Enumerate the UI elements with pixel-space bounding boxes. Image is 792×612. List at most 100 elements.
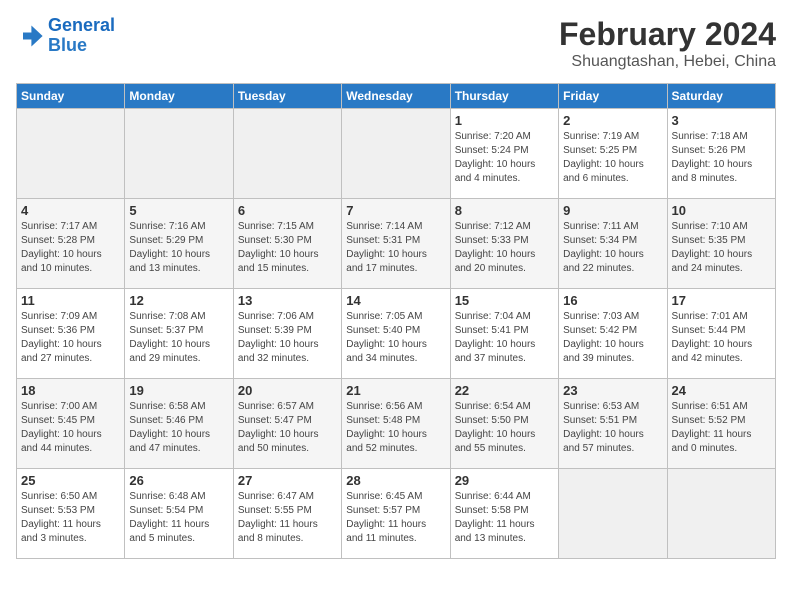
day-info: Sunrise: 6:45 AM Sunset: 5:57 PM Dayligh… bbox=[346, 490, 445, 546]
calendar-cell: 11 Sunrise: 7:09 AM Sunset: 5:36 PM Dayli… bbox=[17, 289, 125, 379]
day-number: 7 bbox=[346, 203, 445, 218]
calendar-cell: 12 Sunrise: 7:08 AM Sunset: 5:37 PM Dayli… bbox=[125, 289, 233, 379]
day-info: Sunrise: 7:05 AM Sunset: 5:40 PM Dayligh… bbox=[346, 310, 445, 366]
day-number: 28 bbox=[346, 473, 445, 488]
day-number: 24 bbox=[672, 383, 771, 398]
calendar-cell: 26 Sunrise: 6:48 AM Sunset: 5:54 PM Dayli… bbox=[125, 469, 233, 559]
day-number: 3 bbox=[672, 113, 771, 128]
calendar-cell: 23 Sunrise: 6:53 AM Sunset: 5:51 PM Dayli… bbox=[559, 379, 667, 469]
calendar-cell: 15 Sunrise: 7:04 AM Sunset: 5:41 PM Dayli… bbox=[450, 289, 558, 379]
calendar-cell: 6Sunrise: 7:15 AM Sunset: 5:30 PM Daylig… bbox=[233, 199, 341, 289]
calendar-cell: 27Sunrise: 6:47 AM Sunset: 5:55 PM Dayli… bbox=[233, 469, 341, 559]
day-number: 18 bbox=[21, 383, 120, 398]
calendar-cell bbox=[559, 469, 667, 559]
day-info: Sunrise: 6:56 AM Sunset: 5:48 PM Dayligh… bbox=[346, 400, 445, 456]
day-info: Sunrise: 7:03 AM Sunset: 5:42 PM Dayligh… bbox=[563, 310, 662, 366]
day-info: Sunrise: 6:54 AM Sunset: 5:50 PM Dayligh… bbox=[455, 400, 554, 456]
day-number: 29 bbox=[455, 473, 554, 488]
day-number: 21 bbox=[346, 383, 445, 398]
calendar-cell: 7 Sunrise: 7:14 AM Sunset: 5:31 PM Daylig… bbox=[342, 199, 450, 289]
calendar-cell: 10 Sunrise: 7:10 AM Sunset: 5:35 PM Dayli… bbox=[667, 199, 775, 289]
day-info: Sunrise: 7:17 AM Sunset: 5:28 PM Dayligh… bbox=[21, 220, 120, 276]
day-number: 5 bbox=[129, 203, 228, 218]
day-number: 1 bbox=[455, 113, 554, 128]
day-info: Sunrise: 7:09 AM Sunset: 5:36 PM Dayligh… bbox=[21, 310, 120, 366]
calendar-cell: 16 Sunrise: 7:03 AM Sunset: 5:42 PM Dayli… bbox=[559, 289, 667, 379]
calendar-cell: 3Sunrise: 7:18 AM Sunset: 5:26 PM Daylig… bbox=[667, 109, 775, 199]
calendar-cell: 21 Sunrise: 6:56 AM Sunset: 5:48 PM Dayli… bbox=[342, 379, 450, 469]
calendar-cell: 29 Sunrise: 6:44 AM Sunset: 5:58 PM Dayli… bbox=[450, 469, 558, 559]
day-info: Sunrise: 7:10 AM Sunset: 5:35 PM Dayligh… bbox=[672, 220, 771, 276]
day-info: Sunrise: 7:00 AM Sunset: 5:45 PM Dayligh… bbox=[21, 400, 120, 456]
day-info: Sunrise: 7:04 AM Sunset: 5:41 PM Dayligh… bbox=[455, 310, 554, 366]
calendar-table: SundayMondayTuesdayWednesdayThursdayFrid… bbox=[16, 83, 776, 559]
day-info: Sunrise: 6:57 AM Sunset: 5:47 PM Dayligh… bbox=[238, 400, 337, 456]
calendar-subtitle: Shuangtashan, Hebei, China bbox=[559, 53, 776, 71]
calendar-cell bbox=[17, 109, 125, 199]
day-info: Sunrise: 7:12 AM Sunset: 5:33 PM Dayligh… bbox=[455, 220, 554, 276]
calendar-cell bbox=[342, 109, 450, 199]
day-info: Sunrise: 7:19 AM Sunset: 5:25 PM Dayligh… bbox=[563, 130, 662, 186]
calendar-cell: 17 Sunrise: 7:01 AM Sunset: 5:44 PM Dayli… bbox=[667, 289, 775, 379]
calendar-cell: 25 Sunrise: 6:50 AM Sunset: 5:53 PM Dayli… bbox=[17, 469, 125, 559]
day-info: Sunrise: 6:44 AM Sunset: 5:58 PM Dayligh… bbox=[455, 490, 554, 546]
header-cell-monday: Monday bbox=[125, 84, 233, 109]
calendar-week-row: 11 Sunrise: 7:09 AM Sunset: 5:36 PM Dayli… bbox=[17, 289, 776, 379]
day-number: 22 bbox=[455, 383, 554, 398]
header-cell-saturday: Saturday bbox=[667, 84, 775, 109]
day-number: 10 bbox=[672, 203, 771, 218]
calendar-cell: 1 Sunrise: 7:20 AM Sunset: 5:24 PM Daylig… bbox=[450, 109, 558, 199]
calendar-cell: 9 Sunrise: 7:11 AM Sunset: 5:34 PM Daylig… bbox=[559, 199, 667, 289]
day-number: 11 bbox=[21, 293, 120, 308]
day-info: Sunrise: 6:47 AM Sunset: 5:55 PM Dayligh… bbox=[238, 490, 337, 546]
page-header: General Blue February 2024 Shuangtashan,… bbox=[16, 16, 776, 71]
calendar-cell: 22 Sunrise: 6:54 AM Sunset: 5:50 PM Dayli… bbox=[450, 379, 558, 469]
day-number: 15 bbox=[455, 293, 554, 308]
day-info: Sunrise: 7:15 AM Sunset: 5:30 PM Dayligh… bbox=[238, 220, 337, 276]
calendar-body: 1 Sunrise: 7:20 AM Sunset: 5:24 PM Daylig… bbox=[17, 109, 776, 559]
day-number: 25 bbox=[21, 473, 120, 488]
calendar-cell bbox=[667, 469, 775, 559]
logo-icon bbox=[16, 22, 44, 50]
day-number: 26 bbox=[129, 473, 228, 488]
calendar-cell: 14 Sunrise: 7:05 AM Sunset: 5:40 PM Dayli… bbox=[342, 289, 450, 379]
day-info: Sunrise: 6:58 AM Sunset: 5:46 PM Dayligh… bbox=[129, 400, 228, 456]
day-number: 14 bbox=[346, 293, 445, 308]
calendar-cell: 13 Sunrise: 7:06 AM Sunset: 5:39 PM Dayli… bbox=[233, 289, 341, 379]
day-number: 23 bbox=[563, 383, 662, 398]
day-number: 9 bbox=[563, 203, 662, 218]
day-number: 17 bbox=[672, 293, 771, 308]
day-info: Sunrise: 7:11 AM Sunset: 5:34 PM Dayligh… bbox=[563, 220, 662, 276]
calendar-cell: 24 Sunrise: 6:51 AM Sunset: 5:52 PM Dayli… bbox=[667, 379, 775, 469]
calendar-week-row: 25 Sunrise: 6:50 AM Sunset: 5:53 PM Dayli… bbox=[17, 469, 776, 559]
logo-text: General Blue bbox=[48, 16, 115, 56]
day-number: 8 bbox=[455, 203, 554, 218]
calendar-cell: 20 Sunrise: 6:57 AM Sunset: 5:47 PM Dayli… bbox=[233, 379, 341, 469]
day-info: Sunrise: 7:06 AM Sunset: 5:39 PM Dayligh… bbox=[238, 310, 337, 366]
day-number: 2 bbox=[563, 113, 662, 128]
title-block: February 2024 Shuangtashan, Hebei, China bbox=[559, 16, 776, 71]
day-info: Sunrise: 7:20 AM Sunset: 5:24 PM Dayligh… bbox=[455, 130, 554, 186]
header-cell-sunday: Sunday bbox=[17, 84, 125, 109]
day-info: Sunrise: 6:48 AM Sunset: 5:54 PM Dayligh… bbox=[129, 490, 228, 546]
day-info: Sunrise: 7:01 AM Sunset: 5:44 PM Dayligh… bbox=[672, 310, 771, 366]
day-number: 13 bbox=[238, 293, 337, 308]
day-info: Sunrise: 6:51 AM Sunset: 5:52 PM Dayligh… bbox=[672, 400, 771, 456]
calendar-week-row: 1 Sunrise: 7:20 AM Sunset: 5:24 PM Daylig… bbox=[17, 109, 776, 199]
calendar-cell: 4Sunrise: 7:17 AM Sunset: 5:28 PM Daylig… bbox=[17, 199, 125, 289]
calendar-header: SundayMondayTuesdayWednesdayThursdayFrid… bbox=[17, 84, 776, 109]
day-number: 16 bbox=[563, 293, 662, 308]
day-info: Sunrise: 6:53 AM Sunset: 5:51 PM Dayligh… bbox=[563, 400, 662, 456]
calendar-cell: 19Sunrise: 6:58 AM Sunset: 5:46 PM Dayli… bbox=[125, 379, 233, 469]
day-info: Sunrise: 6:50 AM Sunset: 5:53 PM Dayligh… bbox=[21, 490, 120, 546]
day-info: Sunrise: 7:08 AM Sunset: 5:37 PM Dayligh… bbox=[129, 310, 228, 366]
calendar-cell: 2 Sunrise: 7:19 AM Sunset: 5:25 PM Daylig… bbox=[559, 109, 667, 199]
calendar-cell: 18 Sunrise: 7:00 AM Sunset: 5:45 PM Dayli… bbox=[17, 379, 125, 469]
day-info: Sunrise: 7:14 AM Sunset: 5:31 PM Dayligh… bbox=[346, 220, 445, 276]
calendar-week-row: 18 Sunrise: 7:00 AM Sunset: 5:45 PM Dayli… bbox=[17, 379, 776, 469]
calendar-week-row: 4Sunrise: 7:17 AM Sunset: 5:28 PM Daylig… bbox=[17, 199, 776, 289]
logo: General Blue bbox=[16, 16, 115, 56]
day-number: 20 bbox=[238, 383, 337, 398]
day-number: 12 bbox=[129, 293, 228, 308]
header-cell-friday: Friday bbox=[559, 84, 667, 109]
